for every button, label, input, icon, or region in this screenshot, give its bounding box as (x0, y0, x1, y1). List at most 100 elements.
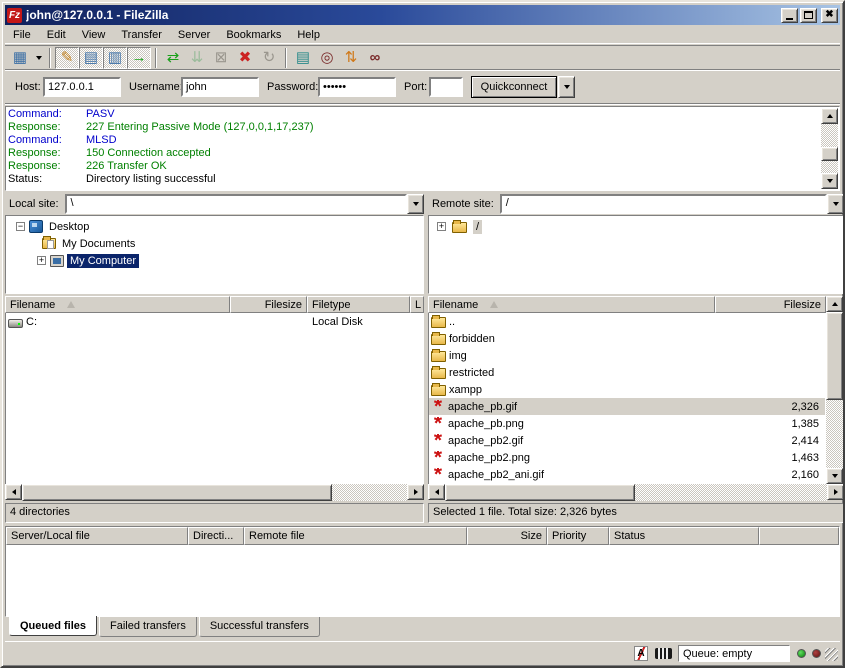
disconnect-button[interactable]: ✖ (233, 47, 257, 69)
desktop-icon (29, 220, 43, 233)
menu-view[interactable]: View (74, 27, 114, 43)
toggle-local-tree-button[interactable]: ▤ (79, 47, 103, 69)
username-input[interactable]: john (181, 77, 259, 97)
collapse-icon[interactable]: − (16, 222, 25, 231)
column-header-filename[interactable]: Filename (5, 296, 230, 313)
column-header-status[interactable]: Status (609, 527, 759, 545)
remote-file-row[interactable]: xampp (429, 381, 825, 398)
column-header-priority[interactable]: Priority (547, 527, 609, 545)
remote-file-row[interactable]: .. (429, 313, 825, 330)
maximize-button[interactable] (800, 8, 817, 23)
toggle-queue-button[interactable]: → (127, 47, 151, 69)
menu-transfer[interactable]: Transfer (113, 27, 170, 43)
scroll-thumb[interactable] (22, 484, 332, 501)
remote-file-row[interactable]: *apache_pb2.gif 2,414 (429, 432, 825, 449)
column-header-server-local-file[interactable]: Server/Local file (6, 527, 188, 545)
remote-site-combo[interactable]: / (500, 194, 844, 214)
column-header-filesize[interactable]: Filesize (230, 296, 307, 313)
message-log[interactable]: Command:PASV Response:227 Entering Passi… (5, 106, 840, 191)
column-header-direction[interactable]: Directi... (188, 527, 244, 545)
menu-server[interactable]: Server (170, 27, 218, 43)
scroll-right-button[interactable] (407, 484, 424, 500)
remote-site-value[interactable]: / (500, 194, 827, 214)
site-manager-dropdown[interactable] (32, 47, 45, 69)
column-header-filetype[interactable]: Filetype (307, 296, 410, 313)
tree-item-my-documents[interactable]: My Documents (6, 235, 423, 252)
expand-icon[interactable]: + (37, 256, 46, 265)
refresh-button[interactable]: ⇄ (161, 47, 185, 69)
scroll-up-button[interactable] (821, 108, 838, 124)
column-header-size[interactable]: Size (467, 527, 547, 545)
scroll-down-button[interactable] (826, 468, 843, 484)
local-site-dropdown[interactable] (407, 194, 424, 214)
scroll-track[interactable] (332, 484, 407, 501)
column-header-filename[interactable]: Filename (428, 296, 715, 313)
column-header-remote-file[interactable]: Remote file (244, 527, 467, 545)
column-header-last-modified[interactable]: L (410, 296, 424, 313)
tree-item-label[interactable]: / (473, 220, 482, 234)
filename: apache_pb2.png (448, 452, 530, 464)
tab-successful-transfers[interactable]: Successful transfers (199, 617, 320, 637)
remote-file-row[interactable]: forbidden (429, 330, 825, 347)
scroll-thumb[interactable] (821, 147, 838, 161)
menu-file[interactable]: File (5, 27, 39, 43)
toggle-message-log-button[interactable]: ✎ (55, 47, 79, 69)
scroll-thumb[interactable] (445, 484, 635, 501)
scroll-right-button[interactable] (827, 484, 844, 500)
resize-grip[interactable] (825, 648, 838, 661)
filter-button[interactable]: ▤ (291, 47, 315, 69)
password-input[interactable]: •••••• (318, 77, 396, 97)
log-label: Response: (8, 147, 86, 160)
tab-failed-transfers[interactable]: Failed transfers (99, 617, 197, 637)
remote-file-row[interactable]: *apache_pb2_ani.gif 2,160 (429, 466, 825, 483)
minimize-button[interactable] (781, 8, 798, 23)
cancel-operation-button[interactable]: ⊠ (209, 47, 233, 69)
scroll-left-button[interactable] (5, 484, 22, 500)
tree-item-label[interactable]: My Computer (67, 254, 139, 268)
reconnect-button[interactable]: ↻ (257, 47, 281, 69)
local-site-combo[interactable]: \ (65, 194, 424, 214)
host-input[interactable]: 127.0.0.1 (43, 77, 121, 97)
scroll-down-button[interactable] (821, 173, 838, 189)
quickconnect-button[interactable]: Quickconnect (471, 76, 557, 98)
speed-limit-icon[interactable] (655, 648, 672, 659)
scroll-up-button[interactable] (826, 296, 843, 312)
compare-directories-button[interactable]: ◎ (315, 47, 339, 69)
menu-help[interactable]: Help (289, 27, 328, 43)
column-header-filesize[interactable]: Filesize (715, 296, 826, 313)
remote-file-row[interactable]: *apache_pb2.png 1,463 (429, 449, 825, 466)
remote-file-row-selected[interactable]: *apache_pb.gif 2,326 (429, 398, 825, 415)
quickconnect-dropdown[interactable] (558, 76, 575, 98)
local-site-value[interactable]: \ (65, 194, 407, 214)
tree-item-my-computer[interactable]: + My Computer (6, 252, 423, 269)
toggle-remote-tree-button[interactable]: ▥ (103, 47, 127, 69)
transfer-type-icon[interactable]: A (634, 646, 648, 661)
remote-file-row[interactable]: img (429, 347, 825, 364)
scroll-thumb[interactable] (826, 312, 843, 400)
tab-queued-files[interactable]: Queued files (9, 616, 97, 636)
tree-item-desktop[interactable]: − Desktop (6, 218, 423, 235)
process-queue-button[interactable]: ⇊ (185, 47, 209, 69)
tree-item-label[interactable]: Desktop (46, 220, 92, 234)
remote-vscrollbar[interactable] (826, 296, 844, 484)
local-file-row[interactable]: C: Local Disk (6, 313, 423, 330)
tree-item-root[interactable]: + / (429, 218, 843, 235)
remote-hscrollbar[interactable] (428, 484, 844, 501)
expand-icon[interactable]: + (437, 222, 446, 231)
find-files-button[interactable]: ∞ (363, 47, 387, 69)
remote-site-dropdown[interactable] (827, 194, 844, 214)
remote-file-row[interactable]: *apache_pb.png 1,385 (429, 415, 825, 432)
remote-file-row[interactable]: restricted (429, 364, 825, 381)
scroll-left-button[interactable] (428, 484, 445, 500)
menu-edit[interactable]: Edit (39, 27, 74, 43)
scroll-track[interactable] (635, 484, 827, 501)
log-scrollbar[interactable] (821, 108, 838, 189)
local-hscrollbar[interactable] (5, 484, 424, 501)
my-documents-icon (42, 238, 56, 249)
synchronized-browsing-button[interactable]: ⇅ (339, 47, 363, 69)
site-manager-button[interactable]: ▦ (8, 47, 32, 69)
menu-bookmarks[interactable]: Bookmarks (218, 27, 289, 43)
close-button[interactable]: ✖ (821, 8, 838, 23)
port-input[interactable] (429, 77, 463, 97)
tree-item-label[interactable]: My Documents (59, 237, 138, 251)
